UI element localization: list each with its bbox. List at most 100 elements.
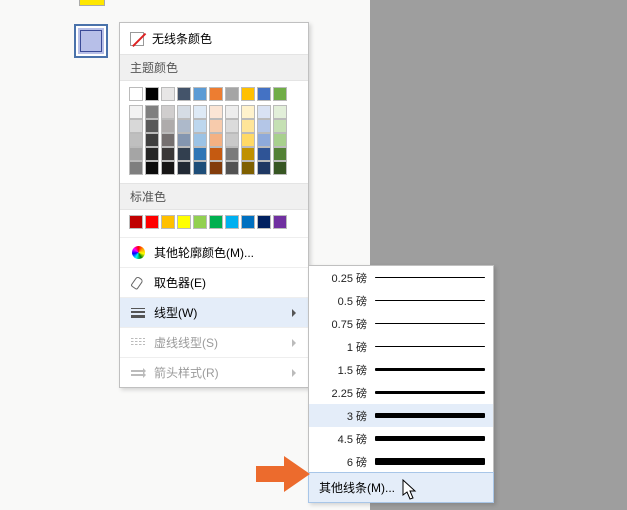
line-weight-option-label: 4.5 磅 bbox=[317, 431, 367, 447]
theme-tint-swatch[interactable] bbox=[273, 161, 287, 175]
theme-tint-swatch[interactable] bbox=[257, 133, 271, 147]
theme-tint-swatch[interactable] bbox=[177, 133, 191, 147]
theme-tint-swatch[interactable] bbox=[241, 161, 255, 175]
theme-color-swatch[interactable] bbox=[145, 87, 159, 101]
theme-tint-swatch[interactable] bbox=[209, 133, 223, 147]
theme-color-swatch[interactable] bbox=[129, 87, 143, 101]
theme-tint-swatch[interactable] bbox=[241, 133, 255, 147]
line-weight-option[interactable]: 2.25 磅 bbox=[309, 381, 493, 404]
theme-tint-swatch[interactable] bbox=[161, 147, 175, 161]
line-weight-option[interactable]: 4.5 磅 bbox=[309, 427, 493, 450]
theme-tint-swatch[interactable] bbox=[177, 105, 191, 119]
theme-tint-swatch[interactable] bbox=[225, 105, 239, 119]
no-line-color-item[interactable]: 无线条颜色 bbox=[120, 23, 308, 54]
theme-tint-swatch[interactable] bbox=[145, 133, 159, 147]
theme-tint-swatch[interactable] bbox=[193, 147, 207, 161]
theme-tint-swatch[interactable] bbox=[209, 119, 223, 133]
theme-tint-swatch[interactable] bbox=[161, 105, 175, 119]
eyedropper-label: 取色器(E) bbox=[154, 274, 206, 291]
theme-tint-swatch[interactable] bbox=[209, 147, 223, 161]
standard-color-swatch[interactable] bbox=[241, 215, 255, 229]
more-outline-colors-item[interactable]: 其他轮廓颜色(M)... bbox=[120, 237, 308, 267]
theme-tint-swatch[interactable] bbox=[177, 119, 191, 133]
eyedropper-item[interactable]: 取色器(E) bbox=[120, 267, 308, 297]
more-lines-item[interactable]: 其他线条(M)... bbox=[308, 472, 494, 503]
theme-tint-swatch[interactable] bbox=[225, 119, 239, 133]
theme-tint-swatch[interactable] bbox=[193, 133, 207, 147]
theme-tint-swatch[interactable] bbox=[129, 161, 143, 175]
standard-color-swatch[interactable] bbox=[161, 215, 175, 229]
line-weight-icon bbox=[130, 305, 146, 321]
theme-tint-swatch[interactable] bbox=[193, 161, 207, 175]
line-weight-option[interactable]: 1.5 磅 bbox=[309, 358, 493, 381]
theme-tint-swatch[interactable] bbox=[193, 105, 207, 119]
no-line-color-label: 无线条颜色 bbox=[152, 30, 212, 47]
line-weight-item[interactable]: 线型(W) bbox=[120, 297, 308, 327]
theme-tint-swatch[interactable] bbox=[257, 105, 271, 119]
theme-tint-swatch[interactable] bbox=[161, 119, 175, 133]
theme-tint-swatch[interactable] bbox=[161, 133, 175, 147]
theme-tint-swatch[interactable] bbox=[145, 161, 159, 175]
theme-tint-swatch[interactable] bbox=[241, 105, 255, 119]
theme-color-swatch[interactable] bbox=[225, 87, 239, 101]
theme-color-swatch[interactable] bbox=[257, 87, 271, 101]
theme-tint-swatch[interactable] bbox=[273, 133, 287, 147]
line-weight-option-label: 2.25 磅 bbox=[317, 385, 367, 401]
standard-color-swatch[interactable] bbox=[273, 215, 287, 229]
theme-tint-swatch[interactable] bbox=[273, 147, 287, 161]
theme-tint-swatch[interactable] bbox=[241, 119, 255, 133]
standard-color-swatch[interactable] bbox=[145, 215, 159, 229]
submenu-arrow-icon bbox=[292, 369, 300, 377]
standard-color-swatch[interactable] bbox=[225, 215, 239, 229]
theme-tint-swatch[interactable] bbox=[129, 119, 143, 133]
line-weight-option-label: 3 磅 bbox=[317, 408, 367, 424]
shape-thumbnail-yellow[interactable] bbox=[79, 0, 105, 6]
shape-outline-popup: 无线条颜色 主题颜色 标准色 其他轮廓颜色(M)... 取色器(E) 线型(W)… bbox=[119, 22, 309, 388]
line-weight-preview bbox=[375, 346, 485, 348]
theme-tint-swatch[interactable] bbox=[209, 105, 223, 119]
theme-tint-swatch[interactable] bbox=[257, 161, 271, 175]
arrow-style-item: 箭头样式(R) bbox=[120, 357, 308, 387]
theme-color-swatch[interactable] bbox=[273, 87, 287, 101]
theme-tint-swatch[interactable] bbox=[145, 119, 159, 133]
line-weight-option[interactable]: 0.5 磅 bbox=[309, 289, 493, 312]
theme-tint-swatch[interactable] bbox=[273, 119, 287, 133]
line-weight-option[interactable]: 0.75 磅 bbox=[309, 312, 493, 335]
standard-color-swatch[interactable] bbox=[177, 215, 191, 229]
theme-tint-swatch[interactable] bbox=[209, 161, 223, 175]
theme-tint-swatch[interactable] bbox=[193, 119, 207, 133]
standard-color-swatch[interactable] bbox=[257, 215, 271, 229]
theme-colors-grid bbox=[120, 81, 308, 183]
line-weight-option[interactable]: 6 磅 bbox=[309, 450, 493, 473]
standard-color-swatch[interactable] bbox=[193, 215, 207, 229]
theme-tint-swatch[interactable] bbox=[225, 147, 239, 161]
theme-tint-swatch[interactable] bbox=[177, 147, 191, 161]
line-weight-option[interactable]: 1 磅 bbox=[309, 335, 493, 358]
theme-tint-swatch[interactable] bbox=[129, 133, 143, 147]
theme-tint-swatch[interactable] bbox=[273, 105, 287, 119]
theme-tint-swatch[interactable] bbox=[257, 147, 271, 161]
theme-color-swatch[interactable] bbox=[161, 87, 175, 101]
line-weight-option[interactable]: 3 磅 bbox=[309, 404, 493, 427]
theme-tint-swatch[interactable] bbox=[225, 133, 239, 147]
theme-tint-swatch[interactable] bbox=[129, 105, 143, 119]
theme-color-swatch[interactable] bbox=[177, 87, 191, 101]
theme-tint-swatch[interactable] bbox=[145, 147, 159, 161]
standard-color-swatch[interactable] bbox=[129, 215, 143, 229]
standard-color-swatch[interactable] bbox=[209, 215, 223, 229]
shape-outline-button[interactable] bbox=[74, 24, 108, 58]
line-weight-preview bbox=[375, 391, 485, 394]
theme-tint-swatch[interactable] bbox=[257, 119, 271, 133]
line-weight-option-label: 1 磅 bbox=[317, 339, 367, 355]
theme-tint-swatch[interactable] bbox=[225, 161, 239, 175]
theme-color-swatch[interactable] bbox=[241, 87, 255, 101]
no-color-icon bbox=[130, 32, 144, 46]
theme-tint-swatch[interactable] bbox=[161, 161, 175, 175]
line-weight-option[interactable]: 0.25 磅 bbox=[309, 266, 493, 289]
theme-color-swatch[interactable] bbox=[209, 87, 223, 101]
theme-tint-swatch[interactable] bbox=[241, 147, 255, 161]
theme-color-swatch[interactable] bbox=[193, 87, 207, 101]
theme-tint-swatch[interactable] bbox=[129, 147, 143, 161]
theme-tint-swatch[interactable] bbox=[145, 105, 159, 119]
theme-tint-swatch[interactable] bbox=[177, 161, 191, 175]
